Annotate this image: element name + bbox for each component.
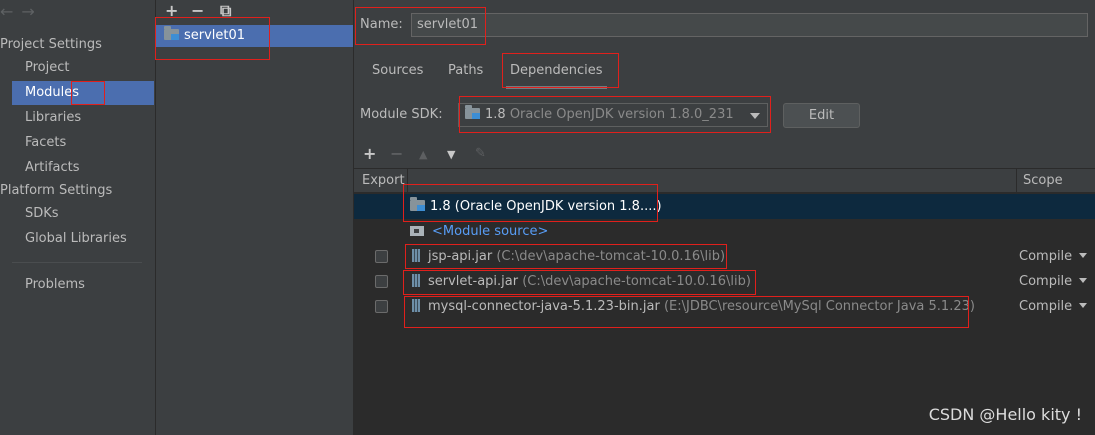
module-item-label: servlet01: [184, 28, 246, 43]
remove-dependency-icon[interactable]: −: [390, 144, 403, 163]
tab-dependencies[interactable]: Dependencies: [506, 62, 607, 89]
platform-settings-header: Platform Settings: [0, 183, 113, 198]
jar-icon: [412, 249, 420, 262]
dependency-name: mysql-connector-java-5.1.23-bin.jar (E:\…: [412, 294, 975, 319]
table-row-jsp-api[interactable]: jsp-api.jar (C:\dev\apache-tomcat-10.0.1…: [354, 244, 1095, 269]
table-row-mysql-connector[interactable]: mysql-connector-java-5.1.23-bin.jar (E:\…: [354, 294, 1095, 319]
source-folder-icon: [410, 226, 424, 236]
nav-item-problems[interactable]: Problems: [12, 273, 154, 297]
tab-paths[interactable]: Paths: [448, 62, 483, 86]
sdk-version: 1.8: [485, 107, 506, 122]
dependency-name: <Module source>: [410, 219, 548, 244]
nav-item-project[interactable]: Project: [12, 56, 154, 80]
jar-icon: [412, 299, 420, 312]
jar-icon: [412, 274, 420, 287]
back-arrow-icon[interactable]: ←: [0, 2, 21, 21]
tab-sources[interactable]: Sources: [372, 62, 423, 86]
name-label: Name:: [360, 17, 403, 32]
sdk-folder-icon: [410, 197, 425, 211]
name-field[interactable]: servlet01: [411, 13, 1088, 37]
module-item-servlet01[interactable]: servlet01: [156, 25, 353, 47]
watermark: CSDN @Hello kity !: [928, 405, 1082, 424]
export-column-header[interactable]: Export: [362, 173, 405, 188]
module-sdk-label: Module SDK:: [360, 107, 443, 122]
module-folder-icon: [164, 26, 179, 40]
table-row-module-source[interactable]: <Module source>: [354, 219, 1095, 244]
dependency-name: servlet-api.jar (C:\dev\apache-tomcat-10…: [412, 269, 751, 294]
dependencies-table: Export Scope 1.8 (Oracle OpenJDK version…: [354, 168, 1095, 435]
dependency-name: jsp-api.jar (C:\dev\apache-tomcat-10.0.1…: [412, 244, 725, 269]
nav-item-libraries[interactable]: Libraries: [12, 106, 154, 130]
module-sdk-select[interactable]: 1.8 Oracle OpenJDK version 1.8.0_231: [458, 103, 768, 127]
nav-item-artifacts[interactable]: Artifacts: [12, 156, 154, 180]
remove-module-icon[interactable]: −: [191, 1, 204, 20]
forward-arrow-icon[interactable]: →: [21, 2, 42, 21]
nav-item-facets[interactable]: Facets: [12, 131, 154, 155]
move-down-icon[interactable]: ▼: [447, 148, 455, 161]
sdk-description: Oracle OpenJDK version 1.8.0_231: [509, 107, 734, 122]
export-checkbox[interactable]: [375, 300, 388, 313]
export-checkbox[interactable]: [375, 275, 388, 288]
scope-column-header[interactable]: Scope: [1023, 173, 1063, 188]
module-list-panel: + − ⧉ servlet01: [156, 0, 354, 435]
chevron-down-icon: [1079, 278, 1088, 283]
dependency-name: 1.8 (Oracle OpenJDK version 1.8....): [410, 194, 662, 219]
edit-dependency-icon[interactable]: ✎: [475, 146, 486, 161]
table-header: Export Scope: [354, 168, 1095, 193]
nav-divider: [12, 262, 142, 263]
scope-select[interactable]: Compile: [1019, 269, 1088, 294]
edit-sdk-button[interactable]: Edit: [783, 103, 860, 128]
table-row-sdk[interactable]: 1.8 (Oracle OpenJDK version 1.8....): [354, 194, 1095, 219]
project-settings-header: Project Settings: [0, 37, 102, 52]
chevron-down-icon: [750, 113, 760, 119]
chevron-down-icon: [1079, 253, 1088, 258]
history-arrows: ←→: [0, 2, 43, 24]
add-module-icon[interactable]: +: [165, 1, 178, 20]
export-checkbox[interactable]: [375, 250, 388, 263]
move-up-icon[interactable]: ▲: [419, 148, 427, 161]
settings-nav: ←→ Project Settings Project Modules Libr…: [0, 0, 156, 435]
scope-select[interactable]: Compile: [1019, 244, 1088, 269]
sdk-folder-icon: [465, 105, 480, 119]
chevron-down-icon: [1079, 303, 1088, 308]
scope-select[interactable]: Compile: [1019, 294, 1088, 319]
table-row-servlet-api[interactable]: servlet-api.jar (C:\dev\apache-tomcat-10…: [354, 269, 1095, 294]
nav-item-global-libraries[interactable]: Global Libraries: [12, 227, 154, 251]
nav-item-sdks[interactable]: SDKs: [12, 202, 154, 226]
nav-item-modules[interactable]: Modules: [12, 81, 154, 105]
module-settings-panel: Name: servlet01 Sources Paths Dependenci…: [354, 0, 1095, 435]
dependencies-toolbar: + − ▲ ▼ ✎: [354, 142, 1095, 168]
copy-module-icon[interactable]: ⧉: [220, 1, 231, 21]
add-dependency-icon[interactable]: +: [363, 144, 376, 163]
